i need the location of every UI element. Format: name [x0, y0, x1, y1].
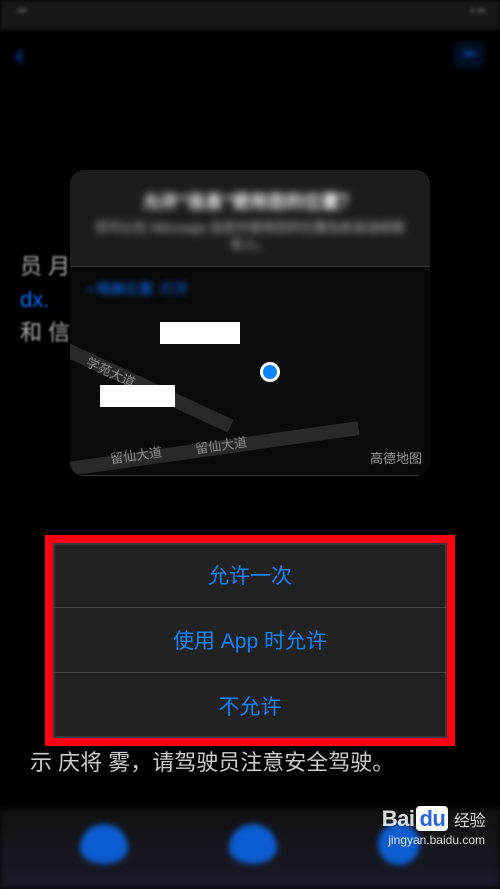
current-location-icon	[260, 362, 280, 382]
nav-bar: ‹ ••	[0, 30, 500, 80]
app-store-icon[interactable]	[229, 824, 277, 864]
brand-left: Bai	[382, 806, 415, 831]
status-left: ·••	[15, 5, 26, 25]
allow-while-using-button[interactable]: 使用 App 时允许	[53, 608, 447, 673]
map-preview: • 精确位置: 打开 学苑大道 留仙大道 留仙大道 高德地图	[70, 266, 430, 476]
status-bar: ·•• • ••	[0, 0, 500, 30]
chat-message-bg2: 示 庆将 雾，请驾驶员注意安全驾驶。	[30, 748, 470, 779]
watermark-url: jingyan.baidu.com	[382, 833, 485, 849]
allow-once-button[interactable]: 允许一次	[53, 543, 447, 608]
nav-action-button[interactable]: ••	[454, 42, 485, 68]
redaction-box	[160, 322, 240, 344]
brand-suffix: 经验	[454, 813, 485, 830]
modal-header: 允许"信息"使用您的位置？ 您可以在 iMessage 信息中使用您的位置信息发…	[70, 170, 430, 266]
map-attribution: 高德地图	[370, 448, 422, 467]
road-label: 留仙大道	[194, 431, 248, 457]
watermark-brand: Baidu 经验	[382, 805, 485, 834]
chat-text2: 示 庆将 雾，请驾驶员注意安全驾驶。	[30, 750, 394, 775]
map-road	[70, 335, 234, 432]
camera-icon[interactable]	[80, 824, 128, 864]
chat-link[interactable]: dx.	[20, 287, 49, 312]
redaction-box	[100, 385, 175, 407]
watermark: Baidu 经验 jingyan.baidu.com	[382, 805, 485, 849]
precise-location-pill[interactable]: • 精确位置: 打开	[88, 279, 189, 299]
brand-right: du	[416, 806, 448, 831]
dont-allow-button[interactable]: 不允许	[53, 673, 447, 738]
back-chevron-icon[interactable]: ‹	[15, 39, 24, 71]
modal-title: 允许"信息"使用您的位置？	[90, 188, 410, 214]
permission-buttons-group: 允许一次 使用 App 时允许 不允许	[45, 535, 455, 746]
modal-subtitle: 您可以在 iMessage 信息中使用您的位置信息发送给联系人。	[90, 220, 410, 254]
location-permission-modal: 允许"信息"使用您的位置？ 您可以在 iMessage 信息中使用您的位置信息发…	[70, 170, 430, 476]
status-right: • ••	[470, 5, 485, 25]
